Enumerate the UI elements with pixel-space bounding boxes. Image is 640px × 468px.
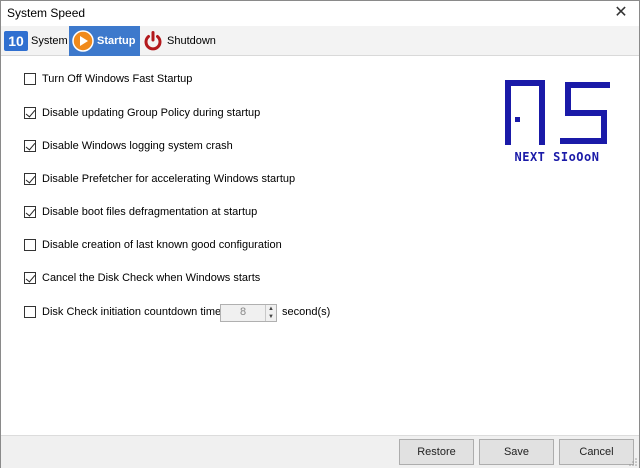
checkbox[interactable] (24, 173, 36, 185)
option-logging-crash[interactable]: Disable Windows logging system crash (24, 138, 233, 154)
option-label: Disable updating Group Policy during sta… (42, 107, 261, 119)
option-label: Disable boot files defragmentation at st… (42, 206, 258, 218)
next-sioon-logo: NEXT SIoOoN (498, 77, 616, 173)
checkbox[interactable] (24, 239, 36, 251)
logo-text: NEXT SIoOoN (514, 150, 600, 164)
app-window: System Speed ✕ 10 System Startup Shutdow… (0, 0, 640, 468)
chevron-up-icon[interactable]: ▲ (266, 305, 276, 313)
option-last-known-good[interactable]: Disable creation of last known good conf… (24, 237, 282, 253)
tab-startup[interactable]: Startup (69, 26, 140, 56)
cancel-button[interactable]: Cancel (559, 439, 634, 465)
ns-logo-mark (505, 80, 610, 145)
countdown-value[interactable]: 8 (221, 306, 265, 318)
startup-panel: Turn Off Windows Fast Startup Disable up… (1, 57, 639, 435)
option-label: Disk Check initiation countdown time (42, 306, 222, 318)
tab-shutdown[interactable]: Shutdown (140, 26, 218, 56)
checkbox[interactable] (24, 73, 36, 85)
chevron-down-icon[interactable]: ▼ (266, 313, 276, 321)
play-icon (72, 30, 94, 52)
window-title: System Speed (7, 6, 86, 20)
checkbox[interactable] (24, 140, 36, 152)
stepper-buttons: ▲ ▼ (265, 305, 276, 321)
save-button[interactable]: Save (479, 439, 554, 465)
title-bar: System Speed ✕ (1, 1, 639, 25)
svg-text:10: 10 (8, 33, 24, 49)
checkbox[interactable] (24, 272, 36, 284)
option-boot-defrag[interactable]: Disable boot files defragmentation at st… (24, 204, 257, 220)
tab-system[interactable]: 10 System (4, 26, 68, 56)
power-icon (142, 30, 164, 52)
seconds-unit-label: second(s) (282, 306, 331, 318)
tab-label: Shutdown (167, 35, 216, 47)
option-disk-check-countdown[interactable]: Disk Check initiation countdown time (24, 304, 221, 320)
option-label: Disable Windows logging system crash (42, 140, 233, 152)
option-label: Turn Off Windows Fast Startup (42, 73, 193, 85)
option-group-policy[interactable]: Disable updating Group Policy during sta… (24, 105, 260, 121)
resize-grip-icon[interactable] (629, 458, 637, 466)
tab-label: Startup (97, 35, 136, 47)
footer-bar: Restore Save Cancel (1, 435, 639, 468)
checkbox[interactable] (24, 306, 36, 318)
checkbox[interactable] (24, 107, 36, 119)
option-fast-startup[interactable]: Turn Off Windows Fast Startup (24, 71, 192, 87)
option-cancel-disk-check[interactable]: Cancel the Disk Check when Windows start… (24, 270, 260, 286)
option-label: Disable Prefetcher for accelerating Wind… (42, 173, 296, 185)
option-label: Disable creation of last known good conf… (42, 239, 282, 251)
countdown-stepper[interactable]: 8 ▲ ▼ (220, 304, 277, 322)
option-label: Cancel the Disk Check when Windows start… (42, 272, 261, 284)
option-prefetcher[interactable]: Disable Prefetcher for accelerating Wind… (24, 171, 295, 187)
close-icon[interactable]: ✕ (611, 3, 631, 23)
tab-label: System (31, 35, 68, 47)
windows-10-icon: 10 (4, 30, 28, 52)
tab-bar: 10 System Startup Shutdown (1, 26, 639, 56)
restore-button[interactable]: Restore (399, 439, 474, 465)
checkbox[interactable] (24, 206, 36, 218)
